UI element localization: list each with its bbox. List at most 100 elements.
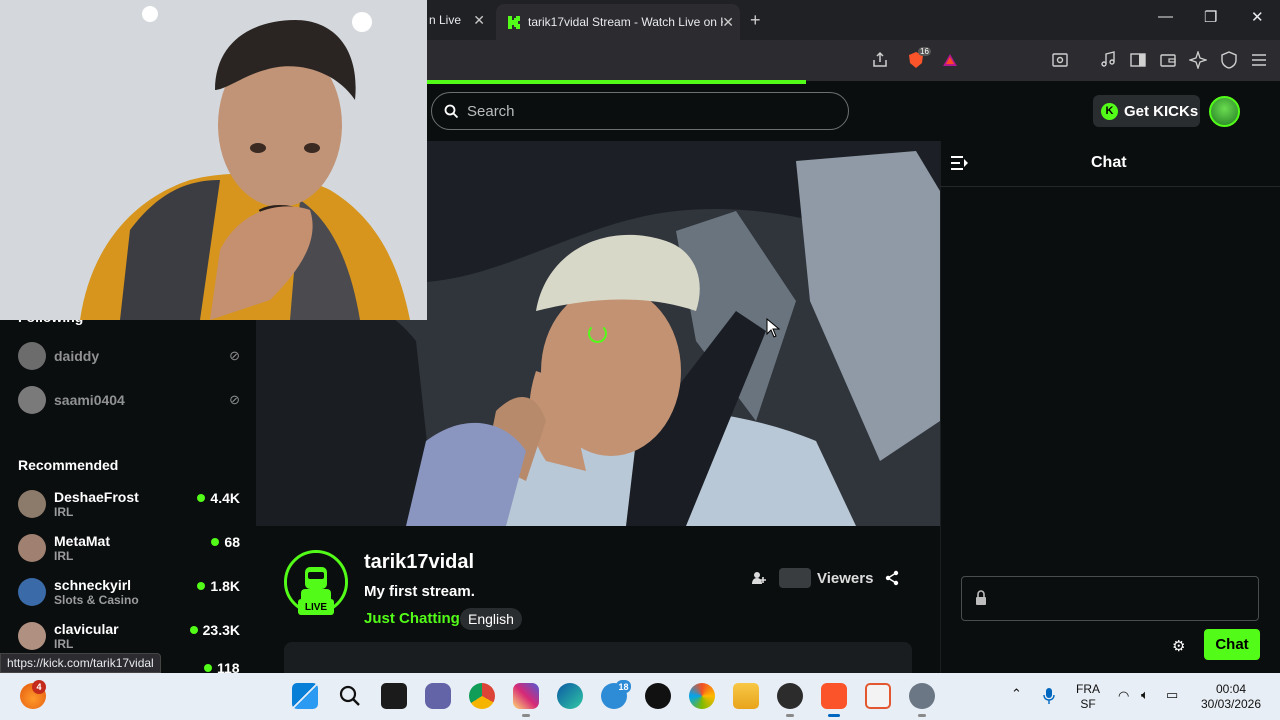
avatar xyxy=(18,342,46,370)
about-panel xyxy=(284,642,912,673)
new-tab-icon[interactable]: + xyxy=(750,10,761,31)
tab-previous-label: n Live xyxy=(429,13,462,27)
stream-tag[interactable]: English xyxy=(460,608,522,630)
sidebar-item-label: DeshaeFrost xyxy=(54,489,139,505)
loading-spinner-icon xyxy=(588,324,607,343)
share-icon[interactable] xyxy=(884,570,900,586)
sidebar-item-saami0404[interactable]: saami0404 ⊘ xyxy=(18,380,240,420)
sidebar-item-metamat[interactable]: MetaMat IRL 68 xyxy=(18,528,240,568)
tray-chevron-icon[interactable]: ⌃ xyxy=(1011,686,1022,702)
sidebar-item-schneckyirl[interactable]: schneckyirl Slots & Casino 1.8K xyxy=(18,572,240,612)
instagram-icon[interactable] xyxy=(513,683,539,709)
live-dot-icon xyxy=(204,663,212,672)
sidebar-item-deshaefrost[interactable]: DeshaeFrost IRL 4.4K xyxy=(18,484,240,524)
obs-icon[interactable] xyxy=(777,683,803,709)
screenshot-icon[interactable] xyxy=(1051,51,1069,69)
task-view-icon[interactable] xyxy=(381,683,407,709)
shield-count-badge: 16 xyxy=(918,47,931,56)
wifi-icon[interactable]: ◠ xyxy=(1118,688,1129,704)
search-icon xyxy=(444,104,459,118)
sidebar-item-label: MetaMat xyxy=(54,533,111,549)
notification-badge: 4 xyxy=(32,680,46,694)
get-kicks-label: Get KICKs xyxy=(1124,102,1199,120)
user-avatar[interactable] xyxy=(1209,96,1240,127)
chat-send-button[interactable]: Chat xyxy=(1204,629,1260,660)
avatar xyxy=(18,622,46,650)
leo-ai-icon[interactable] xyxy=(1189,51,1207,69)
menu-icon[interactable] xyxy=(1250,51,1268,69)
battery-icon[interactable]: ▭ xyxy=(1166,687,1178,703)
viewer-counter: Viewers xyxy=(752,568,873,588)
brave-browser-icon[interactable] xyxy=(821,683,847,709)
volume-icon[interactable]: 🔈︎ xyxy=(1141,687,1149,703)
collapse-chat-icon[interactable] xyxy=(950,155,970,171)
sidebar-item-clavicular[interactable]: clavicular IRL 23.3K xyxy=(18,616,240,656)
search-icon[interactable] xyxy=(337,683,363,709)
sidebar-item-label: clavicular xyxy=(54,621,119,637)
close-icon[interactable]: ✕ xyxy=(722,14,734,31)
sidebar-toggle-icon[interactable] xyxy=(1129,51,1147,69)
sidebar-item-category: IRL xyxy=(54,505,74,519)
channel-name[interactable]: tarik17vidal xyxy=(364,551,474,574)
lock-icon xyxy=(976,590,986,605)
windows-start-icon[interactable] xyxy=(292,683,318,709)
offline-icon: ⊘ xyxy=(229,348,240,363)
tab-active[interactable]: tarik17vidal Stream - Watch Live on K ✕ xyxy=(496,4,740,40)
sidebar-item-daiddy[interactable]: daiddy ⊘ xyxy=(18,336,240,376)
stream-title: My first stream. xyxy=(364,583,475,600)
microphone-icon[interactable] xyxy=(1043,687,1055,705)
sidebar-item-category: Slots & Casino xyxy=(54,593,139,607)
stream-category-link[interactable]: Just Chatting xyxy=(364,610,460,627)
search-box[interactable] xyxy=(431,92,849,130)
viewer-count: 118 xyxy=(217,662,240,673)
tab-active-label: tarik17vidal Stream - Watch Live on K xyxy=(528,15,723,29)
media-icon[interactable] xyxy=(1099,51,1117,69)
mouse-cursor-icon xyxy=(766,318,780,338)
meet-icon[interactable] xyxy=(425,683,451,709)
sidebar-item-category: IRL xyxy=(54,549,74,563)
viewer-count: 1.8K xyxy=(210,578,240,594)
vpn-shield-icon[interactable] xyxy=(1220,51,1238,69)
brave-rewards-icon[interactable] xyxy=(941,51,959,69)
close-icon[interactable]: ✕ xyxy=(473,12,485,29)
chat-input[interactable] xyxy=(961,576,1259,621)
clock-time: 00:04 xyxy=(1215,682,1247,696)
restore-icon[interactable]: ❐ xyxy=(1204,8,1217,26)
avatar xyxy=(18,534,46,562)
clock[interactable]: 00:04 30/03/2026 xyxy=(1196,682,1266,712)
sidebar-item-label: saami0404 xyxy=(54,392,125,408)
minimize-icon[interactable]: — xyxy=(1158,8,1173,25)
snipping-tool-icon[interactable] xyxy=(865,683,891,709)
live-dot-icon xyxy=(189,626,198,634)
viewer-count: 23.3K xyxy=(202,622,240,638)
sidebar-item-label: schneckyirl xyxy=(54,577,132,593)
share-page-icon[interactable] xyxy=(871,51,889,69)
settings-gear-icon[interactable] xyxy=(909,683,935,709)
tiktok-icon[interactable] xyxy=(645,683,671,709)
language-code: FRA xyxy=(1076,682,1100,696)
running-indicator xyxy=(918,714,926,717)
get-kicks-button[interactable]: K Get KICKs xyxy=(1093,95,1200,127)
edge-icon[interactable] xyxy=(557,683,583,709)
wallet-icon[interactable] xyxy=(1159,51,1177,69)
keyboard-layout: SF xyxy=(1080,697,1096,711)
avatar xyxy=(18,578,46,606)
tab-previous[interactable]: n Live ✕ xyxy=(427,0,491,40)
active-indicator xyxy=(828,714,840,717)
viewers-icon xyxy=(752,572,766,584)
sidebar-item-partial[interactable]: 118 xyxy=(204,662,240,673)
viewer-count: 4.4K xyxy=(210,490,240,506)
viewer-count: 68 xyxy=(224,534,240,550)
chrome-icon[interactable] xyxy=(469,683,495,709)
photos-icon[interactable] xyxy=(689,683,715,709)
screen: n Live ✕ tarik17vidal Stream - Watch Liv… xyxy=(0,0,1280,720)
chat-settings-gear-icon[interactable]: ⚙ xyxy=(1172,637,1185,655)
window-close-icon[interactable]: ✕ xyxy=(1251,8,1264,26)
clock-date: 30/03/2026 xyxy=(1200,697,1262,711)
file-explorer-icon[interactable] xyxy=(733,683,759,709)
live-dot-icon xyxy=(197,582,206,590)
avatar xyxy=(18,386,46,414)
search-input[interactable] xyxy=(467,102,827,120)
input-language[interactable]: FRA SF xyxy=(1075,682,1101,712)
offline-icon: ⊘ xyxy=(229,392,240,407)
